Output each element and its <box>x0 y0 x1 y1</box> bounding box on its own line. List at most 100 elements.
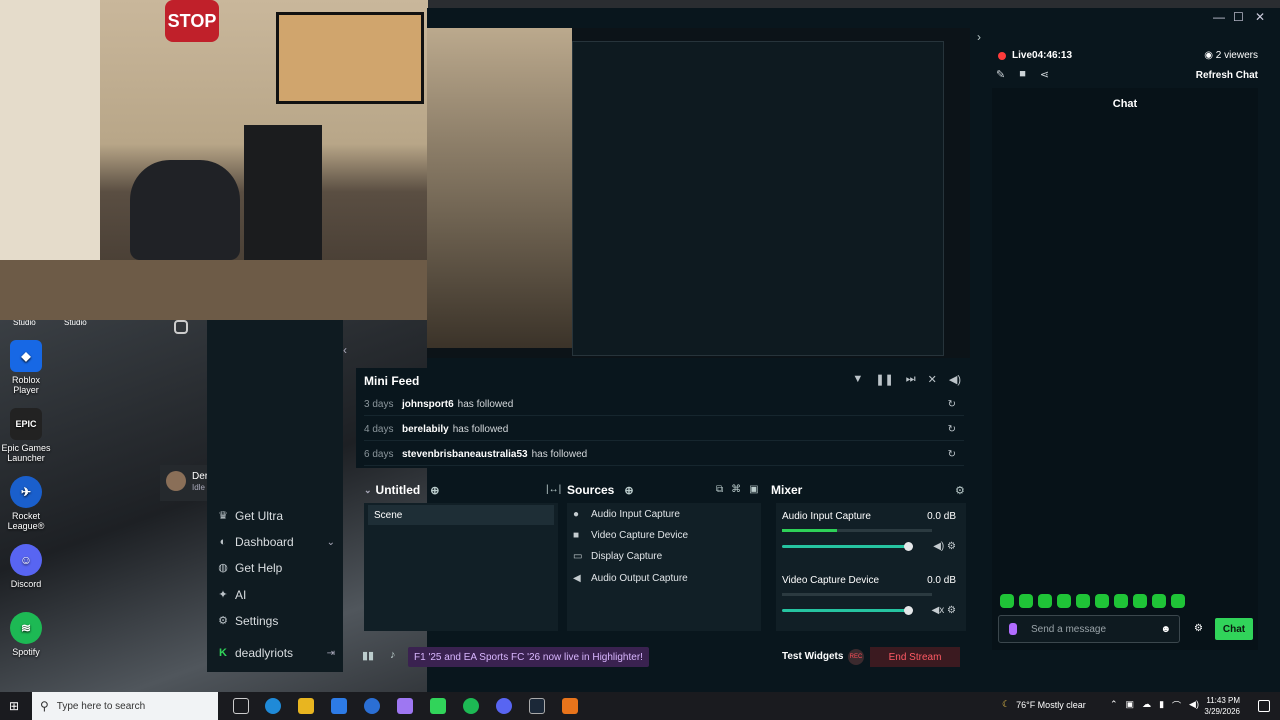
sidebar-item-get-help[interactable]: ◍ Get Help <box>217 558 339 578</box>
close-icon[interactable]: ✕ <box>1255 10 1265 24</box>
muted-icon[interactable]: ◀x <box>932 605 945 616</box>
mute-alerts-icon[interactable]: ✕ <box>928 373 937 386</box>
scene-transition-icon[interactable]: |↔| <box>546 484 561 495</box>
source-group-icon[interactable]: ⌘ <box>731 484 741 495</box>
notification-bell-icon[interactable]: ♪ <box>390 649 396 661</box>
volume-icon[interactable]: ◀) <box>1189 699 1199 712</box>
steam-icon[interactable] <box>529 698 545 714</box>
end-stream-button[interactable]: End Stream <box>870 647 960 667</box>
source-item[interactable]: ■ Video Capture Device <box>573 526 688 544</box>
source-item[interactable]: ◀ Audio Output Capture <box>573 569 688 587</box>
pause-icon[interactable]: ❚❚ <box>875 373 893 386</box>
volume-slider[interactable] <box>782 609 906 612</box>
emote-icon[interactable] <box>1152 594 1166 608</box>
desktop-icon-spotify[interactable]: ≋ Spotify <box>0 612 52 657</box>
network-icon[interactable]: ⌒ <box>1172 699 1181 712</box>
promo-banner[interactable]: F1 '25 and EA Sports FC '26 now live in … <box>408 647 649 667</box>
scene-collection-title[interactable]: Untitled <box>376 483 421 497</box>
collapse-sidebar-icon[interactable]: ‹ <box>343 343 347 357</box>
desktop-icon-roblox[interactable]: ◆ Roblox Player <box>0 340 52 395</box>
volume-icon[interactable]: ◀) <box>949 373 961 386</box>
edge-icon[interactable] <box>265 698 281 714</box>
file-explorer-icon[interactable] <box>298 698 314 714</box>
spotify-taskbar-icon[interactable] <box>463 698 479 714</box>
edit-icon[interactable]: ✎ <box>996 68 1005 81</box>
chat-message-input[interactable]: Send a message ☻ <box>998 615 1180 643</box>
feed-user[interactable]: berelabily <box>402 424 449 435</box>
microphone-icon[interactable] <box>1009 623 1017 635</box>
feed-action: has followed <box>531 449 588 460</box>
app-icon[interactable] <box>364 698 380 714</box>
feed-user[interactable]: stevenbrisbaneaustralia53 <box>402 449 528 460</box>
share-icon[interactable]: ⋖ <box>1040 68 1049 81</box>
volume-slider-handle[interactable] <box>904 606 913 615</box>
mixer-settings-icon[interactable]: ⚙ <box>955 484 965 497</box>
chevron-down-icon[interactable]: ⌄ <box>364 485 372 496</box>
sidebar-item-settings[interactable]: ⚙ Settings <box>217 611 339 631</box>
desktop-user-card[interactable]: Der Idle <box>160 465 208 501</box>
notification-center-icon[interactable] <box>1258 700 1270 712</box>
sidebar-item-dashboard[interactable]: ◐ Dashboard ⌄ <box>217 532 339 552</box>
emote-icon[interactable] <box>1057 594 1071 608</box>
filter-icon[interactable]: ▼ <box>852 373 863 386</box>
add-source-icon[interactable]: ⊕ <box>624 484 633 497</box>
tray-cloud-icon[interactable]: ☁ <box>1142 699 1151 712</box>
record-button[interactable]: REC <box>848 649 864 665</box>
replay-icon[interactable]: ↻ <box>948 399 956 410</box>
emote-icon[interactable] <box>1019 594 1033 608</box>
channel-settings-icon[interactable]: ⚙ <box>947 541 956 552</box>
emote-icon[interactable] <box>1114 594 1128 608</box>
send-chat-button[interactable]: Chat <box>1215 618 1253 640</box>
desktop-icon-epic[interactable]: EPIC Epic Games Launcher <box>0 408 52 463</box>
sidebar-item-ai[interactable]: ✦ AI <box>217 585 339 605</box>
discord-taskbar-icon[interactable] <box>496 698 512 714</box>
taskbar-search-input[interactable]: ⚲ Type here to search <box>32 692 218 720</box>
emote-icon[interactable] <box>1095 594 1109 608</box>
refresh-chat-button[interactable]: Refresh Chat <box>1196 70 1258 81</box>
emote-icon[interactable] <box>1133 594 1147 608</box>
weather-widget[interactable]: ☾ 76°F Mostly clear <box>1002 699 1086 710</box>
task-view-icon[interactable] <box>233 698 249 714</box>
tray-app-icon[interactable]: ▣ <box>1126 699 1135 712</box>
chevron-right-icon[interactable]: › <box>977 30 981 44</box>
sidebar-item-get-ultra[interactable]: ♛ Get Ultra <box>217 506 339 526</box>
scene-item[interactable]: Scene <box>368 505 554 525</box>
maximize-icon[interactable]: ☐ <box>1233 10 1244 24</box>
chat-settings-icon[interactable]: ⚙ <box>1194 623 1203 634</box>
desktop-icon-rocket-league[interactable]: ✈ Rocket League® <box>0 476 52 531</box>
emote-icon[interactable] <box>1000 594 1014 608</box>
replay-icon[interactable]: ↻ <box>948 424 956 435</box>
desktop-icon-discord[interactable]: ☺ Discord <box>0 544 52 589</box>
emote-icon[interactable] <box>1076 594 1090 608</box>
emote-icon[interactable] <box>1038 594 1052 608</box>
tray-chevron-icon[interactable]: ⌃ <box>1110 699 1118 712</box>
test-widgets-button[interactable]: Test Widgets <box>782 651 843 662</box>
feed-user[interactable]: johnsport6 <box>402 399 454 410</box>
volume-slider[interactable] <box>782 545 906 548</box>
source-item[interactable]: ▭ Display Capture <box>573 547 662 565</box>
replay-icon[interactable]: ↻ <box>948 449 956 460</box>
clip-icon[interactable]: ■ <box>1019 68 1026 81</box>
source-image-icon[interactable]: ▣ <box>749 484 758 495</box>
battery-icon[interactable]: ▮ <box>1159 699 1164 712</box>
copilot-icon[interactable] <box>397 698 413 714</box>
mute-icon[interactable]: ◀) <box>933 541 944 552</box>
volume-slider-handle[interactable] <box>904 542 913 551</box>
source-item[interactable]: ● Audio Input Capture <box>573 505 680 523</box>
source-layout-icon[interactable]: ⧉ <box>716 484 723 495</box>
stats-icon[interactable]: ▮▮ <box>362 649 374 662</box>
emoji-icon[interactable]: ☻ <box>1160 624 1171 635</box>
minimize-icon[interactable]: — <box>1213 10 1225 24</box>
taskbar-clock[interactable]: 11:43 PM 3/29/2026 <box>1204 695 1240 717</box>
sidebar-item-account[interactable]: Kdeadlyriots ⇥ <box>217 643 339 663</box>
skip-icon[interactable]: ⏭ <box>906 373 916 386</box>
emote-icon[interactable] <box>1171 594 1185 608</box>
logout-icon[interactable]: ⇥ <box>327 648 335 659</box>
stream-preview[interactable] <box>427 28 970 358</box>
add-scene-icon[interactable]: ⊕ <box>430 484 439 497</box>
game-app-icon[interactable] <box>562 698 578 714</box>
channel-settings-icon[interactable]: ⚙ <box>947 605 956 616</box>
streaming-app-icon[interactable] <box>430 698 446 714</box>
store-icon[interactable] <box>331 698 347 714</box>
windows-start-icon[interactable]: ⊞ <box>0 699 28 713</box>
